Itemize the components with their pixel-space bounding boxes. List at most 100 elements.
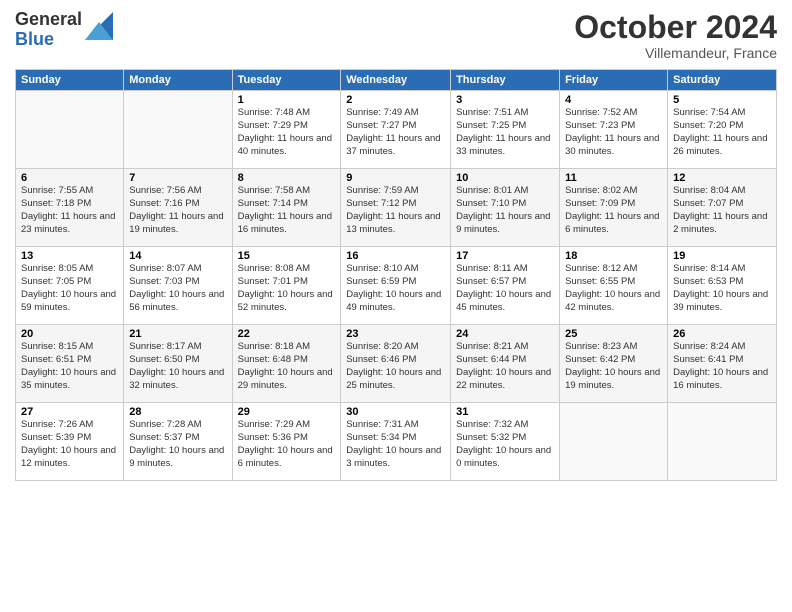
day-number: 12 (673, 172, 771, 184)
table-row: 31Sunrise: 7:32 AM Sunset: 5:32 PM Dayli… (451, 403, 560, 481)
table-row: 18Sunrise: 8:12 AM Sunset: 6:55 PM Dayli… (560, 247, 668, 325)
day-number: 22 (238, 328, 336, 340)
day-number: 3 (456, 94, 554, 106)
day-info: Sunrise: 8:20 AM Sunset: 6:46 PM Dayligh… (346, 341, 445, 392)
col-wednesday: Wednesday (341, 70, 451, 91)
day-number: 4 (565, 94, 662, 106)
day-number: 13 (21, 250, 118, 262)
table-row (560, 403, 668, 481)
table-row: 29Sunrise: 7:29 AM Sunset: 5:36 PM Dayli… (232, 403, 341, 481)
day-info: Sunrise: 8:12 AM Sunset: 6:55 PM Dayligh… (565, 263, 662, 314)
table-row: 1Sunrise: 7:48 AM Sunset: 7:29 PM Daylig… (232, 91, 341, 169)
day-info: Sunrise: 7:28 AM Sunset: 5:37 PM Dayligh… (129, 419, 226, 470)
table-row: 25Sunrise: 8:23 AM Sunset: 6:42 PM Dayli… (560, 325, 668, 403)
day-info: Sunrise: 8:10 AM Sunset: 6:59 PM Dayligh… (346, 263, 445, 314)
logo-icon (85, 12, 113, 40)
table-row: 14Sunrise: 8:07 AM Sunset: 7:03 PM Dayli… (124, 247, 232, 325)
calendar: Sunday Monday Tuesday Wednesday Thursday… (15, 69, 777, 481)
day-number: 15 (238, 250, 336, 262)
location: Villemandeur, France (574, 45, 777, 61)
day-number: 20 (21, 328, 118, 340)
day-info: Sunrise: 8:15 AM Sunset: 6:51 PM Dayligh… (21, 341, 118, 392)
day-info: Sunrise: 8:04 AM Sunset: 7:07 PM Dayligh… (673, 185, 771, 236)
day-number: 2 (346, 94, 445, 106)
calendar-header-row: Sunday Monday Tuesday Wednesday Thursday… (16, 70, 777, 91)
day-info: Sunrise: 7:59 AM Sunset: 7:12 PM Dayligh… (346, 185, 445, 236)
day-info: Sunrise: 8:11 AM Sunset: 6:57 PM Dayligh… (456, 263, 554, 314)
table-row (668, 403, 777, 481)
table-row: 26Sunrise: 8:24 AM Sunset: 6:41 PM Dayli… (668, 325, 777, 403)
day-number: 1 (238, 94, 336, 106)
table-row: 24Sunrise: 8:21 AM Sunset: 6:44 PM Dayli… (451, 325, 560, 403)
day-number: 23 (346, 328, 445, 340)
day-info: Sunrise: 8:05 AM Sunset: 7:05 PM Dayligh… (21, 263, 118, 314)
day-number: 9 (346, 172, 445, 184)
col-saturday: Saturday (668, 70, 777, 91)
day-info: Sunrise: 8:14 AM Sunset: 6:53 PM Dayligh… (673, 263, 771, 314)
table-row: 23Sunrise: 8:20 AM Sunset: 6:46 PM Dayli… (341, 325, 451, 403)
page: General Blue October 2024 Villemandeur, … (0, 0, 792, 612)
day-number: 26 (673, 328, 771, 340)
day-info: Sunrise: 7:52 AM Sunset: 7:23 PM Dayligh… (565, 107, 662, 158)
logo: General Blue (15, 10, 113, 50)
day-number: 24 (456, 328, 554, 340)
day-info: Sunrise: 8:24 AM Sunset: 6:41 PM Dayligh… (673, 341, 771, 392)
table-row: 16Sunrise: 8:10 AM Sunset: 6:59 PM Dayli… (341, 247, 451, 325)
day-info: Sunrise: 7:29 AM Sunset: 5:36 PM Dayligh… (238, 419, 336, 470)
day-info: Sunrise: 7:48 AM Sunset: 7:29 PM Dayligh… (238, 107, 336, 158)
table-row: 13Sunrise: 8:05 AM Sunset: 7:05 PM Dayli… (16, 247, 124, 325)
day-number: 29 (238, 406, 336, 418)
day-info: Sunrise: 7:31 AM Sunset: 5:34 PM Dayligh… (346, 419, 445, 470)
day-number: 8 (238, 172, 336, 184)
day-info: Sunrise: 8:01 AM Sunset: 7:10 PM Dayligh… (456, 185, 554, 236)
day-number: 19 (673, 250, 771, 262)
table-row: 30Sunrise: 7:31 AM Sunset: 5:34 PM Dayli… (341, 403, 451, 481)
day-number: 27 (21, 406, 118, 418)
header: General Blue October 2024 Villemandeur, … (15, 10, 777, 61)
day-number: 14 (129, 250, 226, 262)
table-row: 4Sunrise: 7:52 AM Sunset: 7:23 PM Daylig… (560, 91, 668, 169)
day-info: Sunrise: 7:49 AM Sunset: 7:27 PM Dayligh… (346, 107, 445, 158)
logo-text: General Blue (15, 10, 82, 50)
day-info: Sunrise: 7:32 AM Sunset: 5:32 PM Dayligh… (456, 419, 554, 470)
day-number: 28 (129, 406, 226, 418)
day-info: Sunrise: 7:26 AM Sunset: 5:39 PM Dayligh… (21, 419, 118, 470)
table-row: 11Sunrise: 8:02 AM Sunset: 7:09 PM Dayli… (560, 169, 668, 247)
day-number: 30 (346, 406, 445, 418)
day-info: Sunrise: 8:08 AM Sunset: 7:01 PM Dayligh… (238, 263, 336, 314)
day-number: 18 (565, 250, 662, 262)
day-info: Sunrise: 8:17 AM Sunset: 6:50 PM Dayligh… (129, 341, 226, 392)
logo-general: General (15, 10, 82, 30)
day-number: 10 (456, 172, 554, 184)
day-info: Sunrise: 7:58 AM Sunset: 7:14 PM Dayligh… (238, 185, 336, 236)
day-number: 25 (565, 328, 662, 340)
day-info: Sunrise: 7:56 AM Sunset: 7:16 PM Dayligh… (129, 185, 226, 236)
table-row: 9Sunrise: 7:59 AM Sunset: 7:12 PM Daylig… (341, 169, 451, 247)
table-row: 5Sunrise: 7:54 AM Sunset: 7:20 PM Daylig… (668, 91, 777, 169)
table-row: 6Sunrise: 7:55 AM Sunset: 7:18 PM Daylig… (16, 169, 124, 247)
day-info: Sunrise: 8:18 AM Sunset: 6:48 PM Dayligh… (238, 341, 336, 392)
table-row: 15Sunrise: 8:08 AM Sunset: 7:01 PM Dayli… (232, 247, 341, 325)
col-monday: Monday (124, 70, 232, 91)
day-number: 11 (565, 172, 662, 184)
table-row (124, 91, 232, 169)
table-row: 3Sunrise: 7:51 AM Sunset: 7:25 PM Daylig… (451, 91, 560, 169)
day-info: Sunrise: 8:02 AM Sunset: 7:09 PM Dayligh… (565, 185, 662, 236)
table-row: 10Sunrise: 8:01 AM Sunset: 7:10 PM Dayli… (451, 169, 560, 247)
day-info: Sunrise: 8:07 AM Sunset: 7:03 PM Dayligh… (129, 263, 226, 314)
table-row: 12Sunrise: 8:04 AM Sunset: 7:07 PM Dayli… (668, 169, 777, 247)
day-info: Sunrise: 7:55 AM Sunset: 7:18 PM Dayligh… (21, 185, 118, 236)
day-info: Sunrise: 7:54 AM Sunset: 7:20 PM Dayligh… (673, 107, 771, 158)
day-info: Sunrise: 8:23 AM Sunset: 6:42 PM Dayligh… (565, 341, 662, 392)
title-section: October 2024 Villemandeur, France (574, 10, 777, 61)
calendar-week-4: 27Sunrise: 7:26 AM Sunset: 5:39 PM Dayli… (16, 403, 777, 481)
day-number: 21 (129, 328, 226, 340)
day-number: 17 (456, 250, 554, 262)
col-tuesday: Tuesday (232, 70, 341, 91)
col-friday: Friday (560, 70, 668, 91)
table-row: 28Sunrise: 7:28 AM Sunset: 5:37 PM Dayli… (124, 403, 232, 481)
calendar-week-3: 20Sunrise: 8:15 AM Sunset: 6:51 PM Dayli… (16, 325, 777, 403)
table-row: 17Sunrise: 8:11 AM Sunset: 6:57 PM Dayli… (451, 247, 560, 325)
col-thursday: Thursday (451, 70, 560, 91)
day-info: Sunrise: 7:51 AM Sunset: 7:25 PM Dayligh… (456, 107, 554, 158)
